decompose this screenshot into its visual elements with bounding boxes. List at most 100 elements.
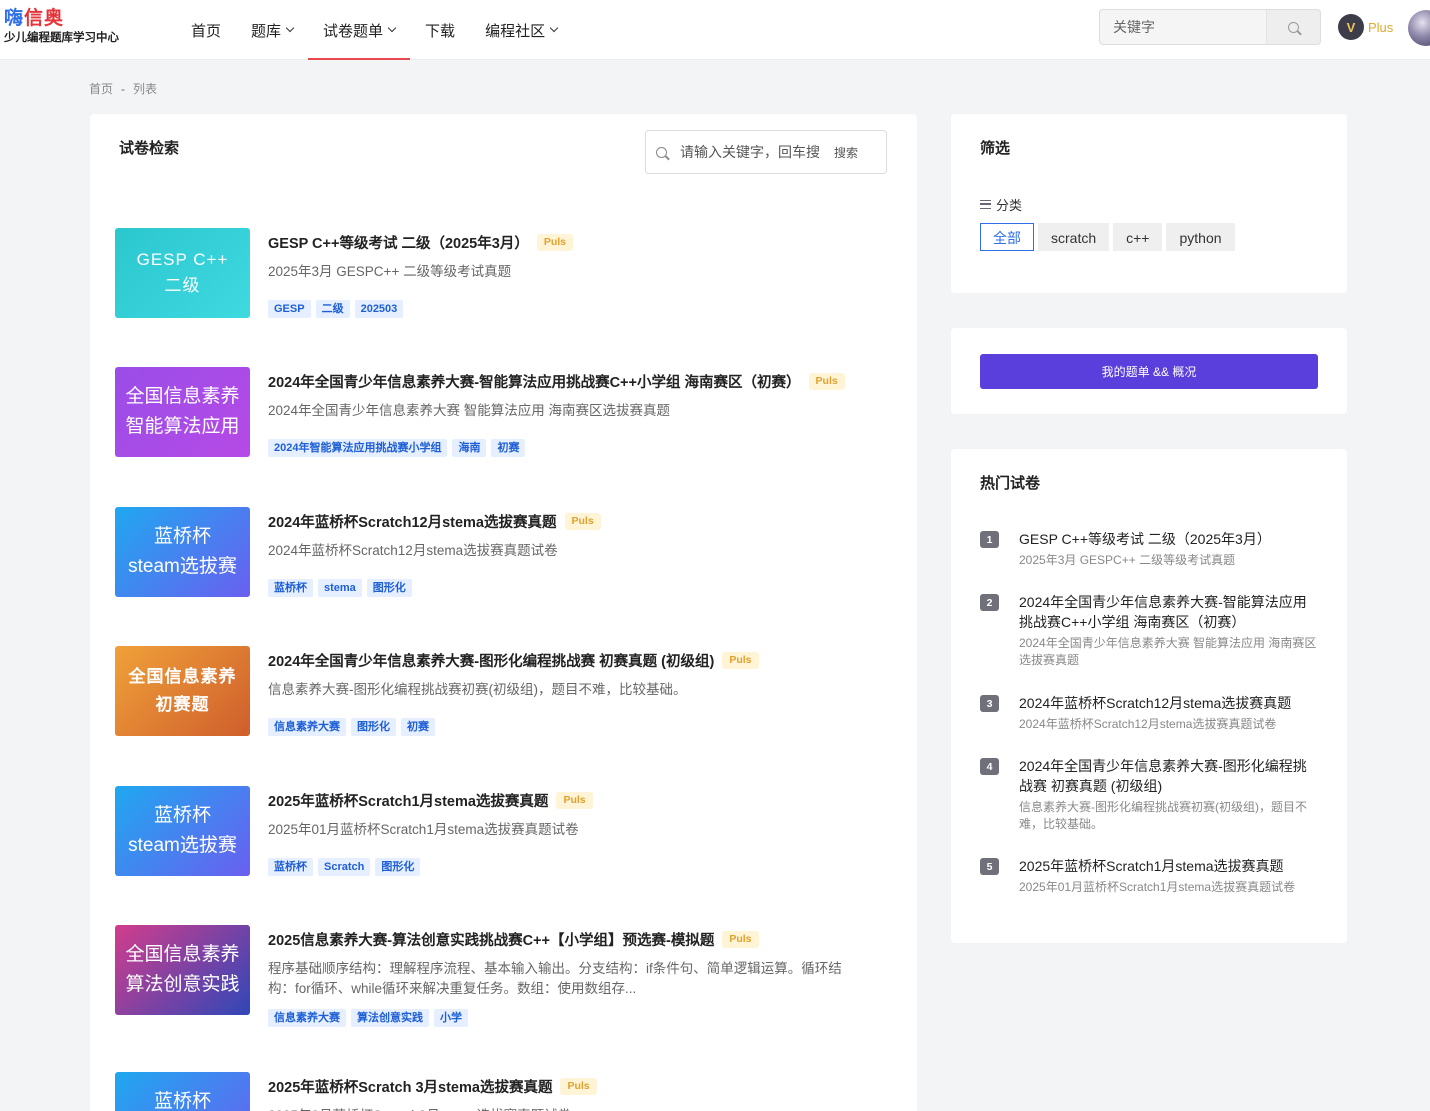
rank-badge: 1	[980, 531, 999, 548]
paper-cover[interactable]: 蓝桥杯steam选拔赛	[115, 786, 250, 876]
hot-paper-title[interactable]: 2024年全国青少年信息素养大赛-图形化编程挑战赛 初赛真题 (初级组)	[1019, 756, 1319, 796]
paper-tags: 2024年智能算法应用挑战赛小学组 海南 初赛	[268, 439, 530, 457]
category-option[interactable]: scratch	[1038, 223, 1110, 251]
paper-tag[interactable]: 初赛	[401, 718, 435, 736]
paper-cover-text: steam选拔赛	[128, 835, 237, 856]
paper-item[interactable]: 蓝桥杯steam选拔赛 2025年蓝桥杯Scratch 3月stema选拔赛真题 P…	[115, 1072, 895, 1111]
paper-cover-text: 全国信息素养	[125, 944, 240, 965]
nav-item-4[interactable]: 编程社区	[470, 0, 572, 60]
paper-cover[interactable]: 全国信息素养 初赛题	[115, 646, 250, 736]
paper-tag[interactable]: 202503	[354, 300, 404, 318]
paper-cover[interactable]: 蓝桥杯steam选拔赛	[115, 507, 250, 597]
paper-cover-text: GESP C++	[136, 250, 229, 269]
paper-description: 2024年蓝桥杯Scratch12月stema选拔赛真题试卷	[268, 543, 558, 558]
category-option[interactable]: 全部	[980, 223, 1034, 251]
search-icon	[1288, 21, 1299, 33]
paper-tag[interactable]: 二级	[315, 300, 350, 318]
paper-tag[interactable]: 信息素养大赛	[268, 718, 346, 736]
paper-cover[interactable]: GESP C++ 二级	[115, 228, 250, 318]
paper-title-text: GESP C++等级考试 二级（2025年3月）	[268, 236, 529, 252]
paper-item[interactable]: 蓝桥杯 steam选拔赛 2024年蓝桥杯Scratch12月stema选拔赛真题 P…	[115, 507, 895, 597]
paper-tag[interactable]: GESP	[268, 300, 311, 318]
category-option[interactable]: python	[1166, 223, 1235, 251]
paper-title-text: 2025年蓝桥杯Scratch 3月stema选拔赛真题	[268, 1080, 553, 1096]
paper-tag[interactable]: 图形化	[366, 579, 412, 597]
paper-search-box: 搜索	[645, 130, 887, 174]
hot-papers-panel: 热门试卷 1 GESP C++等级考试 二级（2025年3月） 2025年3月 GE…	[951, 449, 1347, 943]
paper-cover[interactable]: 全国信息素养 算法创意实践	[115, 925, 250, 1015]
paper-cover-text: 蓝桥杯	[153, 1091, 211, 1111]
my-question-list-button[interactable]: 我的题单 && 概况	[980, 354, 1318, 389]
paper-tag[interactable]: stema	[318, 579, 362, 597]
breadcrumb-separator: -	[121, 81, 126, 96]
hot-paper-title[interactable]: 2024年蓝桥杯Scratch12月stema选拔赛真题	[1019, 693, 1319, 713]
header-search-button[interactable]	[1266, 10, 1320, 44]
paper-title[interactable]: 2024年蓝桥杯Scratch12月stema选拔赛真题 Puls	[268, 511, 601, 532]
breadcrumb: 首页 - 列表	[89, 80, 157, 97]
nav-item-0[interactable]: 首页	[176, 0, 236, 60]
hot-paper-description: 2025年01月蓝桥杯Scratch1月stema选拔赛真题试卷	[1019, 880, 1296, 894]
paper-tag[interactable]: 信息素养大赛	[268, 1009, 346, 1027]
nav-item-3[interactable]: 下载	[410, 0, 470, 60]
paper-tag[interactable]: 初赛	[491, 439, 526, 457]
hot-paper-description: 信息素养大赛-图形化编程挑战赛初赛(初级组)，题目不难，比较基础。	[1019, 800, 1307, 831]
category-option[interactable]: c++	[1113, 223, 1163, 251]
paper-tag[interactable]: 2024年智能算法应用挑战赛小学组	[268, 439, 448, 457]
paper-tag[interactable]: 算法创意实践	[351, 1009, 429, 1027]
puls-badge: Puls	[564, 513, 601, 530]
search-icon	[656, 146, 667, 158]
hot-paper-title[interactable]: 2025年蓝桥杯Scratch1月stema选拔赛真题	[1019, 856, 1319, 876]
paper-item[interactable]: 全国信息素养 初赛题 2024年全国青少年信息素养大赛-图形化编程挑战赛 初赛真题 …	[115, 646, 895, 736]
paper-tag[interactable]: 蓝桥杯	[268, 858, 313, 876]
paper-tag[interactable]: 图形化	[375, 858, 421, 876]
paper-cover-text: 智能算法应用	[125, 416, 240, 437]
rank-badge: 4	[980, 758, 999, 775]
paper-cover[interactable]: 全国信息素养 智能算法应用	[115, 367, 250, 457]
paper-tags: 信息素养大赛 算法创意实践 小学	[268, 1009, 473, 1027]
chevron-down-icon	[387, 23, 397, 33]
filter-title: 筛选	[980, 140, 1011, 157]
paper-cover-text: 二级	[164, 276, 201, 295]
paper-tags: 信息素养大赛 图形化 初赛	[268, 718, 440, 736]
category-label: 分类	[980, 195, 1022, 214]
paper-description: 2025年3月 GESPC++ 二级等级考试真题	[268, 264, 512, 279]
paper-cover-text: 全国信息素养	[128, 667, 237, 686]
paper-tags: 蓝桥杯 stema 图形化	[268, 579, 417, 597]
hot-paper-title[interactable]: GESP C++等级考试 二级（2025年3月）	[1019, 529, 1319, 549]
site-logo[interactable]: 嗨信奥 少儿编程题库学习中心	[4, 8, 124, 48]
nav-item-1[interactable]: 题库	[236, 0, 308, 60]
paper-item[interactable]: 全国信息素养 智能算法应用 2024年全国青少年信息素养大赛-智能算法应用挑战赛C+…	[115, 367, 895, 457]
paper-search-button[interactable]: 搜索	[834, 144, 858, 161]
paper-title[interactable]: 2025信息素养大赛-算法创意实践挑战赛C++【小学组】预选赛-模拟题 Puls	[268, 929, 759, 950]
category-options: 全部 scratch c++ python	[980, 223, 1239, 251]
top-header: 嗨信奥 少儿编程题库学习中心 首页 题库 试卷题单 下载 编程社区 V Plus	[0, 0, 1430, 60]
plus-membership-link[interactable]: V Plus	[1338, 14, 1393, 40]
header-search-input[interactable]	[1100, 10, 1266, 44]
panel-title: 试卷检索	[119, 140, 180, 157]
paper-tag[interactable]: 蓝桥杯	[268, 579, 313, 597]
puls-badge: Puls	[556, 792, 593, 809]
paper-cover-text: 初赛题	[155, 695, 210, 714]
paper-search-input[interactable]	[680, 144, 820, 160]
paper-item[interactable]: 蓝桥杯 steam选拔赛 2025年蓝桥杯Scratch1月stema选拔赛真题 Pu…	[115, 786, 895, 876]
paper-cover[interactable]: 蓝桥杯steam选拔赛	[115, 1072, 250, 1111]
paper-tag[interactable]: 图形化	[351, 718, 396, 736]
breadcrumb-home[interactable]: 首页	[89, 80, 113, 97]
rank-badge: 5	[980, 858, 999, 875]
paper-title[interactable]: GESP C++等级考试 二级（2025年3月） Puls	[268, 232, 574, 253]
puls-badge: Puls	[808, 373, 845, 390]
paper-item[interactable]: 全国信息素养 算法创意实践 2025信息素养大赛-算法创意实践挑战赛C++【小学组】…	[115, 925, 895, 1027]
hot-paper-title[interactable]: 2024年全国青少年信息素养大赛-智能算法应用挑战赛C++小学组 海南赛区（初赛…	[1019, 592, 1319, 632]
user-avatar[interactable]	[1408, 10, 1430, 46]
paper-title[interactable]: 2024年全国青少年信息素养大赛-智能算法应用挑战赛C++小学组 海南赛区（初赛…	[268, 371, 845, 392]
paper-item[interactable]: GESP C++ 二级 GESP C++等级考试 二级（2025年3月） Puls 20…	[115, 228, 895, 318]
paper-title[interactable]: 2025年蓝桥杯Scratch 3月stema选拔赛真题 Puls	[268, 1076, 597, 1097]
paper-tag[interactable]: 小学	[434, 1009, 468, 1027]
category-label-text: 分类	[996, 198, 1023, 213]
paper-description: 程序基础顺序结构：理解程序流程、基本输入输出。分支结构：if条件句、简单逻辑运算…	[268, 961, 842, 996]
paper-title[interactable]: 2025年蓝桥杯Scratch1月stema选拔赛真题 Puls	[268, 790, 593, 811]
paper-title[interactable]: 2024年全国青少年信息素养大赛-图形化编程挑战赛 初赛真题 (初级组) Puls	[268, 650, 759, 671]
paper-tag[interactable]: 海南	[452, 439, 487, 457]
paper-tag[interactable]: Scratch	[318, 858, 371, 876]
nav-item-2[interactable]: 试卷题单	[308, 0, 411, 60]
